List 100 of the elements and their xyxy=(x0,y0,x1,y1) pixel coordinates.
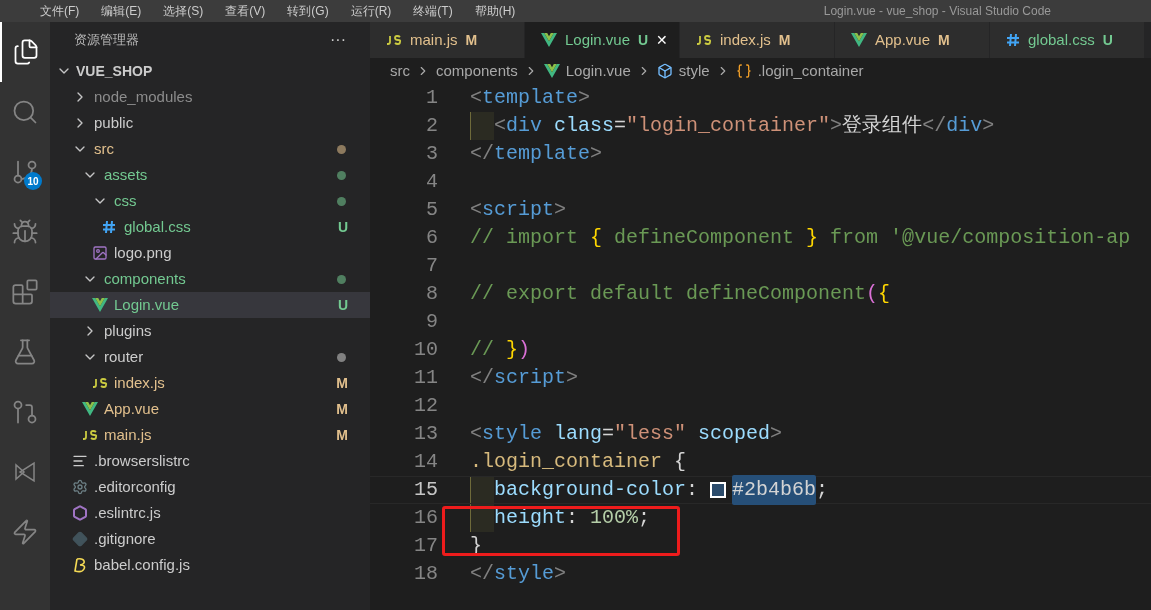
file-item[interactable]: App.vue M xyxy=(50,396,370,422)
menu-item[interactable]: 选择(S) xyxy=(163,2,204,20)
code-line: // import { defineComponent } from '@vue/composition-ap xyxy=(470,225,1131,251)
folder-item[interactable]: public xyxy=(50,110,370,136)
line-number: 15 xyxy=(413,477,439,503)
file-name: App.vue xyxy=(104,398,160,419)
project-name[interactable]: VUE_SHOP xyxy=(76,60,153,82)
menu-item[interactable]: 转到(G) xyxy=(287,2,329,20)
file-item[interactable]: .eslintrc.js xyxy=(50,500,370,526)
code-line: background-color: #2b4b6b; xyxy=(494,477,829,503)
folder-item[interactable]: src xyxy=(50,136,370,162)
vue-icon xyxy=(543,64,560,78)
menu-item[interactable]: 文件(F) xyxy=(40,2,80,20)
search-icon xyxy=(11,98,39,126)
js-icon xyxy=(82,429,98,441)
file-name: router xyxy=(104,346,144,367)
editor-tab[interactable]: App.vue M xyxy=(835,22,990,58)
code-line: // export default defineComponent({ xyxy=(470,281,891,307)
folder-item[interactable]: css xyxy=(50,188,370,214)
cube-icon xyxy=(656,63,673,79)
tab-label: index.js xyxy=(720,29,771,50)
line-number: 10 xyxy=(413,337,439,363)
menu-item[interactable]: 终端(T) xyxy=(413,2,453,20)
editor-tab[interactable]: global.css U xyxy=(990,22,1145,58)
line-number: 9 xyxy=(425,309,439,335)
menu-item[interactable]: 帮助(H) xyxy=(474,2,516,20)
line-number: 5 xyxy=(425,197,439,223)
file-name: main.js xyxy=(104,424,152,445)
vue-icon xyxy=(851,33,867,47)
file-name: .editorconfig xyxy=(94,476,176,497)
close-button[interactable]: ✕ xyxy=(656,29,669,51)
folder-item[interactable]: plugins xyxy=(50,318,370,344)
file-name: .browserslistrc xyxy=(94,450,190,471)
code-line: <style lang="less" scoped> xyxy=(470,421,783,447)
file-name: css xyxy=(114,190,137,211)
image-icon xyxy=(92,245,108,261)
file-name: node_modules xyxy=(94,86,193,107)
tab-label: Login.vue xyxy=(565,29,631,50)
js-icon xyxy=(386,34,402,46)
js-icon xyxy=(696,34,712,46)
menu-item[interactable]: 查看(V) xyxy=(225,2,266,20)
breadcrumb-item[interactable]: Login.vue xyxy=(565,59,631,83)
git-status: M xyxy=(778,30,791,50)
vue-icon xyxy=(92,298,108,312)
line-number: 4 xyxy=(425,169,439,195)
code-line: </style> xyxy=(470,561,567,587)
file-name: assets xyxy=(104,164,148,185)
folder-item[interactable]: router xyxy=(50,344,370,370)
editor-tab[interactable]: Login.vue U ✕ xyxy=(525,22,680,58)
file-name: public xyxy=(94,112,134,133)
vue-icon xyxy=(82,402,98,416)
file-item[interactable]: .browserslistrc xyxy=(50,448,370,474)
line-number: 1 xyxy=(425,85,439,111)
file-item[interactable]: .gitignore xyxy=(50,526,370,552)
line-number: 8 xyxy=(425,281,439,307)
breadcrumb-item[interactable]: style xyxy=(678,59,710,83)
editor-tab[interactable]: main.js M xyxy=(370,22,525,58)
file-item[interactable]: babel.config.js xyxy=(50,552,370,578)
vue-icon xyxy=(541,33,557,47)
line-number: 11 xyxy=(413,365,439,391)
file-item[interactable]: index.js M xyxy=(50,370,370,396)
file-item[interactable]: global.css U xyxy=(50,214,370,240)
file-item[interactable]: logo.png xyxy=(50,240,370,266)
line-number: 12 xyxy=(413,393,439,419)
activity-button[interactable]: 10 xyxy=(0,142,50,202)
file-name: babel.config.js xyxy=(94,554,190,575)
file-item[interactable]: Login.vue U xyxy=(50,292,370,318)
extensions-icon xyxy=(11,278,39,306)
file-name: .gitignore xyxy=(94,528,156,549)
line-number: 6 xyxy=(425,225,439,251)
tab-label: global.css xyxy=(1028,29,1095,50)
breadcrumb-item[interactable]: components xyxy=(436,59,518,83)
folder-item[interactable]: assets xyxy=(50,162,370,188)
line-number: 3 xyxy=(425,141,439,167)
menu-item[interactable]: 编辑(E) xyxy=(101,2,142,20)
file-item[interactable]: main.js M xyxy=(50,422,370,448)
file-item[interactable]: .editorconfig xyxy=(50,474,370,500)
count-badge: 10 xyxy=(24,172,42,190)
more-button[interactable]: ··· xyxy=(330,28,346,52)
git-status: U xyxy=(337,295,348,315)
code-line: </script> xyxy=(470,365,579,391)
breadcrumb-item[interactable]: src xyxy=(390,59,410,83)
files-icon xyxy=(12,38,40,66)
git-status: M xyxy=(336,425,348,445)
folder-item[interactable]: components xyxy=(50,266,370,292)
code-line: <div class="login_container">登录组件</div> xyxy=(494,113,995,139)
color-swatch[interactable] xyxy=(710,482,727,498)
line-number: 17 xyxy=(413,533,439,559)
breadcrumb-item[interactable]: .login_container xyxy=(757,59,864,83)
file-name: Login.vue xyxy=(114,294,180,315)
file-name: src xyxy=(94,138,114,159)
window-title: Login.vue - vue_shop - Visual Studio Code xyxy=(823,3,1051,20)
menu-item[interactable]: 运行(R) xyxy=(350,2,392,20)
debug-icon xyxy=(11,218,39,246)
editor-tab[interactable]: index.js M xyxy=(680,22,835,58)
file-name: logo.png xyxy=(114,242,172,263)
code-line: <script> xyxy=(470,197,567,223)
code-line: <template> xyxy=(470,85,591,111)
git-status: U xyxy=(337,217,348,237)
folder-item[interactable]: node_modules xyxy=(50,84,370,110)
